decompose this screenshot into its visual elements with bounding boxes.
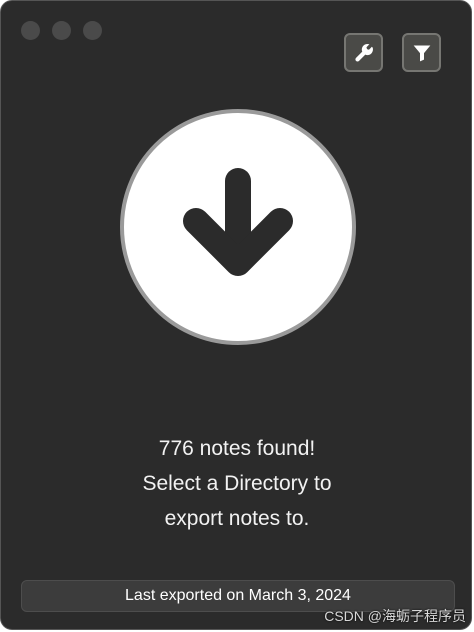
watermark: CSDN @海蛎子程序员 bbox=[324, 608, 466, 624]
filter-icon bbox=[413, 45, 430, 61]
select-directory-button[interactable] bbox=[120, 109, 356, 345]
app-window: 776 notes found! Select a Directory to e… bbox=[0, 0, 472, 630]
close-window-button[interactable] bbox=[21, 21, 40, 40]
last-exported-text: Last exported on March 3, 2024 bbox=[125, 587, 351, 604]
notes-found-text: 776 notes found! bbox=[158, 437, 316, 460]
instruction-line-2: export notes to. bbox=[164, 507, 310, 530]
filter-button[interactable] bbox=[402, 33, 441, 72]
minimize-window-button[interactable] bbox=[52, 21, 71, 40]
window-controls bbox=[21, 21, 102, 40]
status-message: 776 notes found! Select a Directory to e… bbox=[1, 431, 471, 536]
settings-button[interactable] bbox=[344, 33, 383, 72]
instruction-line-1: Select a Directory to bbox=[142, 472, 332, 495]
arrow-down-icon bbox=[183, 168, 293, 276]
wrench-icon bbox=[354, 43, 373, 62]
zoom-window-button[interactable] bbox=[83, 21, 102, 40]
